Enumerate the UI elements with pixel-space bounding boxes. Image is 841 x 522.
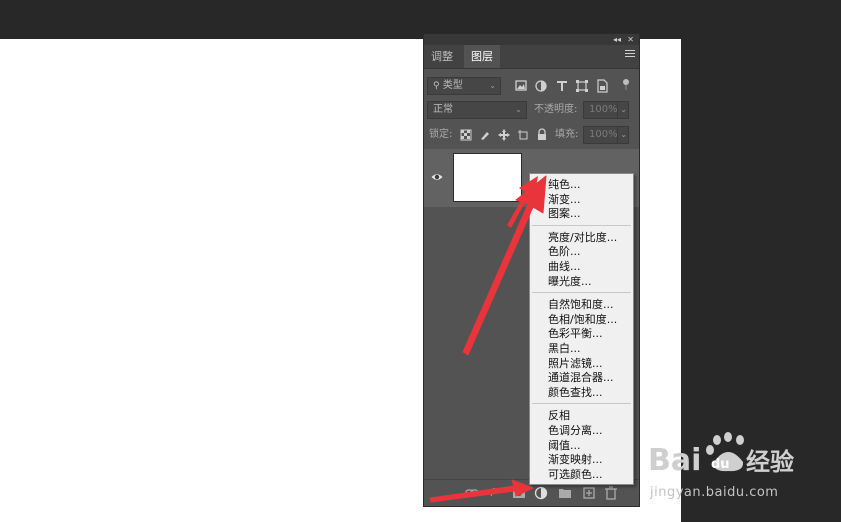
adjustment-layer-icon[interactable] bbox=[534, 486, 548, 500]
menu-item[interactable]: 亮度/对比度... bbox=[548, 231, 617, 245]
menu-separator bbox=[532, 403, 631, 405]
filter-kind-value: 类型 bbox=[442, 80, 463, 91]
link-icon[interactable] bbox=[465, 486, 479, 500]
svg-text:经验: 经验 bbox=[746, 448, 794, 476]
menu-item[interactable]: 反相 bbox=[548, 409, 570, 423]
lock-all-icon[interactable] bbox=[536, 128, 548, 141]
lock-artboard-icon[interactable] bbox=[517, 129, 529, 141]
menu-item[interactable]: 阈值... bbox=[548, 439, 581, 453]
watermark-url: jingyan.baidu.com bbox=[650, 485, 779, 500]
menu-item[interactable]: 色彩平衡... bbox=[548, 327, 603, 341]
menu-item[interactable]: 自然饱和度... bbox=[548, 298, 614, 312]
tab-adjustments[interactable]: 调整 bbox=[424, 45, 460, 68]
fill-value: 100% bbox=[589, 129, 618, 140]
chevron-down-icon: ⌄ bbox=[620, 130, 627, 139]
menu-separator bbox=[532, 292, 631, 294]
trash-icon[interactable] bbox=[604, 486, 618, 500]
smart-object-filter-icon[interactable] bbox=[595, 79, 609, 93]
layer-filter-row: ⚲ 类型 ⌄ bbox=[424, 77, 639, 95]
panel-tabs: 调整 图层 bbox=[424, 45, 639, 69]
lock-transparent-icon[interactable] bbox=[460, 129, 472, 141]
menu-item[interactable]: 色阶... bbox=[548, 245, 581, 259]
chevron-down-icon: ⌄ bbox=[489, 81, 496, 90]
panel-menu-icon[interactable] bbox=[625, 50, 635, 59]
menu-item[interactable]: 通道混合器... bbox=[548, 371, 614, 385]
fx-icon[interactable]: f bbox=[490, 486, 494, 500]
close-icon[interactable]: ✕ bbox=[627, 34, 634, 45]
menu-item[interactable]: 黑白... bbox=[548, 342, 581, 356]
adjustment-layer-menu: 纯色... 渐变... 图案... 亮度/对比度... 色阶... 曲线... 曝光度...… bbox=[529, 173, 634, 485]
menu-item[interactable]: 色调分离... bbox=[548, 424, 603, 438]
fill-dropdown[interactable]: ⌄ bbox=[617, 126, 629, 144]
pixel-filter-icon[interactable] bbox=[514, 79, 528, 93]
menu-item[interactable]: 曝光度... bbox=[548, 275, 592, 289]
menu-item[interactable]: 曲线... bbox=[548, 260, 581, 274]
blend-mode-value: 正常 bbox=[433, 104, 453, 115]
filter-kind-select[interactable]: ⚲ 类型 ⌄ bbox=[427, 77, 501, 95]
mask-icon[interactable] bbox=[512, 486, 526, 500]
layer-thumbnail[interactable] bbox=[453, 153, 522, 202]
menu-item[interactable]: 渐变... bbox=[548, 193, 581, 207]
type-filter-icon[interactable] bbox=[555, 79, 569, 93]
menu-item[interactable]: 可选颜色... bbox=[548, 468, 603, 482]
menu-item[interactable]: 图案... bbox=[548, 207, 581, 221]
opacity-label: 不透明度: bbox=[534, 104, 578, 115]
filter-toggle-icon[interactable] bbox=[619, 77, 633, 91]
lock-label: 锁定: bbox=[429, 129, 453, 140]
menu-separator bbox=[532, 224, 631, 226]
svg-text:du: du bbox=[711, 457, 730, 472]
shape-filter-icon[interactable] bbox=[575, 79, 589, 93]
fill-label: 填充: bbox=[555, 129, 579, 140]
menu-item[interactable]: 纯色... bbox=[548, 178, 581, 192]
chevron-down-icon: ⌄ bbox=[515, 105, 522, 114]
menu-item[interactable]: 照片滤镜... bbox=[548, 357, 603, 371]
tab-layers[interactable]: 图层 bbox=[464, 45, 500, 68]
adjustment-filter-icon[interactable] bbox=[534, 79, 548, 93]
new-layer-icon[interactable] bbox=[582, 486, 596, 500]
menu-item[interactable]: 渐变映射... bbox=[548, 453, 603, 467]
lock-position-icon[interactable] bbox=[498, 129, 510, 141]
menu-item[interactable]: 色相/饱和度... bbox=[548, 313, 617, 327]
lock-row: 锁定: 填充: 100% ⌄ bbox=[424, 126, 639, 144]
blend-row: 正常 ⌄ 不透明度: 100% ⌄ bbox=[424, 101, 639, 119]
search-icon: ⚲ bbox=[433, 81, 440, 91]
panel-title-bar: ◂◂ ✕ bbox=[424, 34, 639, 45]
blend-mode-select[interactable]: 正常 ⌄ bbox=[427, 101, 527, 119]
svg-text:Bai: Bai bbox=[648, 443, 701, 478]
lock-pixels-icon[interactable] bbox=[479, 129, 491, 141]
opacity-dropdown[interactable]: ⌄ bbox=[617, 101, 629, 119]
folder-icon[interactable] bbox=[558, 486, 572, 500]
eye-icon[interactable] bbox=[431, 171, 443, 183]
opacity-value: 100% bbox=[589, 104, 618, 115]
chevron-down-icon: ⌄ bbox=[620, 105, 627, 114]
menu-item[interactable]: 颜色查找... bbox=[548, 386, 603, 400]
collapse-icon[interactable]: ◂◂ bbox=[613, 34, 621, 45]
